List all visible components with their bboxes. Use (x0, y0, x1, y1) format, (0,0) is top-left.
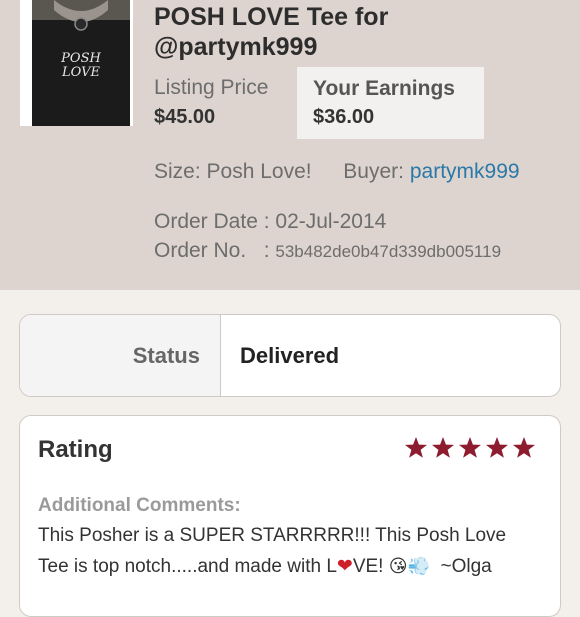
size-value: Posh Love! (206, 160, 312, 183)
order-date-row: Order Date : 02-Jul-2014 (154, 210, 386, 234)
title-line-1: POSH LOVE Tee for (154, 3, 389, 31)
star-rating (404, 436, 536, 460)
tee-print-line2: LOVE (61, 65, 100, 80)
size-buyer-row: Size: Posh Love! Buyer: partymk999 (154, 160, 520, 184)
tee-print-line1: POSH (60, 51, 101, 66)
star-icon (459, 437, 481, 458)
earnings-block: Your Earnings $36.00 (297, 67, 484, 139)
order-header: POSH LOVE POSH LOVE Tee for @partymk999 … (0, 0, 580, 290)
size-label: Size: (154, 160, 201, 183)
buyer-link[interactable]: partymk999 (410, 160, 520, 183)
order-date-value: 02-Jul-2014 (275, 210, 387, 233)
earnings-label: Your Earnings (313, 77, 455, 100)
status-card: Status Delivered (19, 314, 561, 397)
buyer-label: Buyer: (343, 160, 404, 183)
listing-price-block: Listing Price $45.00 (154, 76, 268, 129)
heart-icon: ❤ (336, 556, 353, 577)
listing-title: POSH LOVE Tee for @partymk999 (154, 2, 574, 62)
order-number-row: Order No. : 53b482de0b47d339db005119 (154, 239, 501, 263)
order-number-separator: : (246, 239, 276, 262)
order-number-value: 53b482de0b47d339db005119 (275, 242, 502, 261)
status-label: Status (132, 343, 200, 368)
kiss-emoji-icon: 😘💨 (388, 556, 430, 576)
star-icon (486, 437, 508, 458)
status-value: Delivered (240, 343, 340, 368)
comment-line-2-mid: VE! (352, 556, 389, 577)
comment-line-2-signature: ~Olga (429, 556, 492, 577)
comment-line-1: This Posher is a SUPER STARRRRR!!! This … (38, 525, 507, 546)
rating-card: Rating Additional Comments: This Posher … (19, 415, 561, 617)
star-icon (405, 437, 427, 458)
listing-price-value: $45.00 (154, 106, 216, 128)
order-date-separator: : (257, 210, 276, 233)
listing-thumbnail[interactable]: POSH LOVE (20, 0, 133, 126)
order-date-label: Order Date (154, 210, 258, 233)
order-number-label: Order No. (154, 239, 247, 262)
comments-label: Additional Comments: (38, 495, 241, 516)
comment-line-2: Tee is top notch.....and made with L❤VE!… (38, 551, 548, 582)
title-line-2: @partymk999 (154, 33, 318, 61)
star-icon (513, 437, 535, 458)
rating-title: Rating (38, 436, 113, 463)
comments-text: This Posher is a SUPER STARRRRR!!! This … (38, 521, 548, 582)
earnings-value: $36.00 (313, 106, 375, 128)
status-label-cell: Status (20, 315, 221, 396)
star-icon (432, 437, 454, 458)
listing-price-label: Listing Price (154, 76, 269, 99)
comment-line-2-start: Tee is top notch.....and made with L (38, 556, 337, 577)
tee-image: POSH LOVE (32, 0, 130, 126)
